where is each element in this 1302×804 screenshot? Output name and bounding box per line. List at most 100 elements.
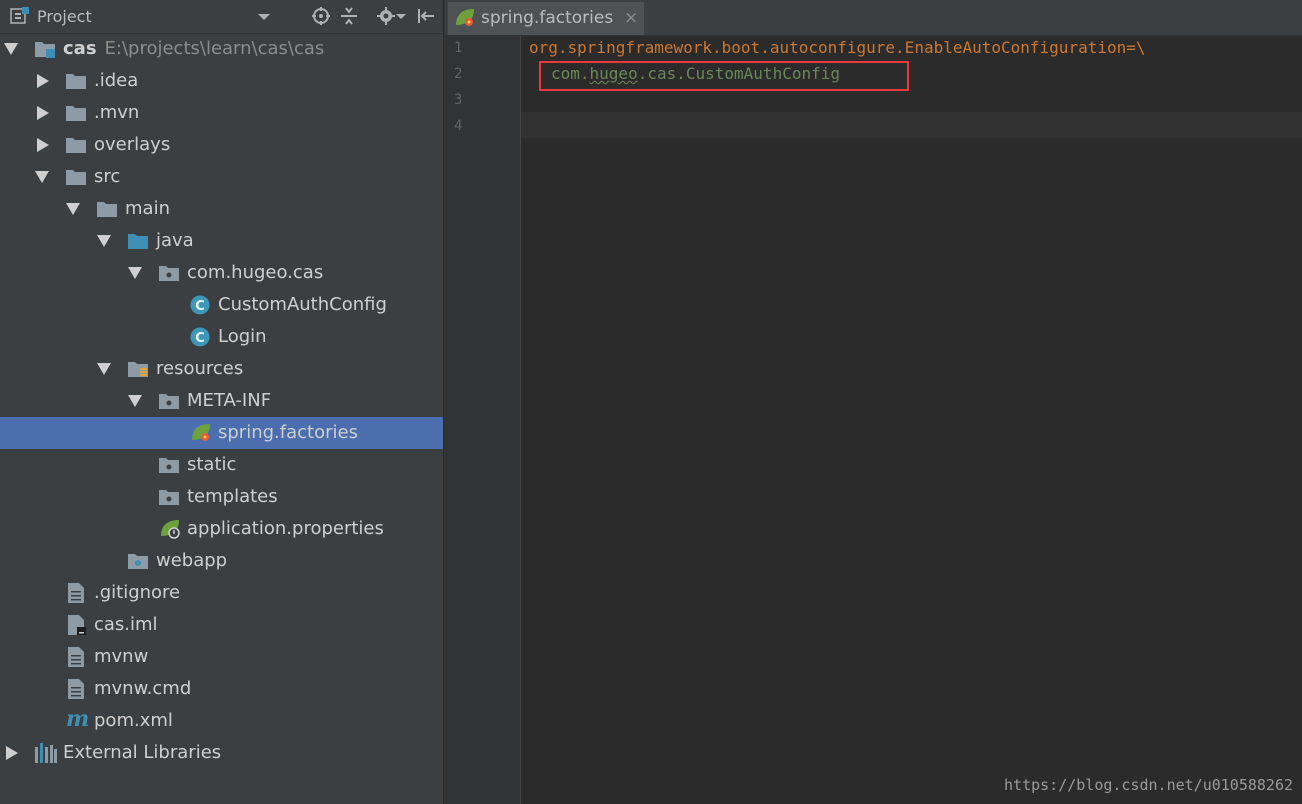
expand-arrow-icon[interactable] — [128, 395, 142, 407]
collapse-all-icon[interactable] — [339, 6, 359, 26]
class-icon: C — [190, 295, 210, 315]
tree-item-templates[interactable]: templates — [0, 481, 443, 513]
libraries-icon — [35, 743, 57, 763]
tree-item-custom-auth-config[interactable]: C CustomAuthConfig — [0, 289, 443, 321]
tab-label: spring.factories — [481, 8, 614, 28]
tree-item-label: com.hugeo.cas — [187, 262, 324, 283]
view-dropdown-chevron-icon[interactable] — [254, 6, 274, 26]
editor-area: spring.factories × 1 2 3 4 org.springfra… — [444, 0, 1302, 804]
folder-icon — [97, 202, 117, 217]
tree-item-gitignore[interactable]: .gitignore — [0, 577, 443, 609]
expand-arrow-icon[interactable] — [128, 267, 142, 279]
editor-tab-bar: spring.factories × — [445, 0, 1302, 36]
tree-item-label: spring.factories — [218, 422, 358, 443]
current-line-highlight — [521, 112, 1302, 138]
module-file-icon — [68, 615, 86, 635]
spring-properties-icon — [161, 520, 180, 539]
code-line-1[interactable]: org.springframework.boot.autoconfigure.E… — [529, 38, 1146, 57]
tree-item-mvn[interactable]: .mvn — [0, 97, 443, 129]
tree-item-resources[interactable]: resources — [0, 353, 443, 385]
line-number: 3 — [454, 92, 463, 108]
tree-item-main[interactable]: main — [0, 193, 443, 225]
expand-arrow-icon[interactable] — [97, 363, 111, 375]
project-panel-title[interactable]: Project — [37, 7, 92, 26]
folder-icon — [66, 170, 86, 185]
line-number: 2 — [454, 66, 463, 82]
property-key: org.springframework.boot.autoconfigure.E… — [529, 38, 1146, 57]
tree-item-label: templates — [187, 486, 278, 507]
tree-item-label: CustomAuthConfig — [218, 294, 387, 315]
class-icon: C — [190, 327, 210, 347]
project-view-icon[interactable] — [10, 6, 30, 26]
expand-arrow-icon[interactable] — [4, 43, 18, 55]
expand-arrow-icon[interactable] — [97, 235, 111, 247]
tree-item-label: Login — [218, 326, 267, 347]
package-icon — [159, 394, 179, 409]
tree-item-label: mvnw — [94, 646, 149, 667]
expand-arrow-icon[interactable] — [35, 171, 49, 183]
web-folder-icon — [128, 554, 148, 569]
red-highlight-box — [539, 61, 909, 91]
source-folder-icon — [128, 234, 148, 249]
close-icon[interactable]: × — [624, 8, 638, 28]
text-file-icon — [68, 647, 84, 667]
tree-item-cas-iml[interactable]: cas.iml — [0, 609, 443, 641]
resources-folder-icon — [128, 362, 148, 377]
tree-item-spring-factories[interactable]: spring.factories — [0, 417, 443, 449]
tree-item-label: pom.xml — [94, 710, 173, 731]
tree-item-webapp[interactable]: webapp — [0, 545, 443, 577]
tree-item-package[interactable]: com.hugeo.cas — [0, 257, 443, 289]
collapsed-arrow-icon[interactable] — [37, 74, 49, 88]
expand-arrow-icon[interactable] — [66, 203, 80, 215]
maven-icon: m — [66, 706, 90, 732]
tree-item-mvnw[interactable]: mvnw — [0, 641, 443, 673]
tree-item-application-properties[interactable]: application.properties — [0, 513, 443, 545]
tree-item-label: webapp — [156, 550, 228, 571]
svg-text:C: C — [195, 299, 205, 314]
hide-panel-icon[interactable] — [416, 6, 436, 26]
tree-item-static[interactable]: static — [0, 449, 443, 481]
tree-item-mvnw-cmd[interactable]: mvnw.cmd — [0, 673, 443, 705]
tree-item-cas[interactable]: cas E:\projects\learn\cas\cas — [0, 33, 443, 65]
line-number-gutter: 1 2 3 4 — [445, 36, 521, 804]
tree-item-label: application.properties — [187, 518, 384, 539]
tree-item-label: cas.iml — [94, 614, 158, 635]
locate-file-icon[interactable] — [311, 6, 331, 26]
tree-item-meta-inf[interactable]: META-INF — [0, 385, 443, 417]
tree-item-pom-xml[interactable]: m pom.xml — [0, 705, 443, 737]
tree-item-label: static — [187, 454, 237, 475]
collapsed-arrow-icon[interactable] — [37, 106, 49, 120]
package-icon — [159, 266, 179, 281]
tree-item-external-libraries[interactable]: External Libraries — [0, 737, 443, 769]
tree-item-label: cas E:\projects\learn\cas\cas — [63, 38, 325, 59]
tree-item-java[interactable]: java — [0, 225, 443, 257]
tree-item-label: resources — [156, 358, 244, 379]
line-number: 1 — [454, 40, 463, 56]
text-file-icon — [68, 583, 84, 603]
module-folder-icon — [35, 42, 55, 58]
folder-icon — [66, 106, 86, 121]
tree-item-overlays[interactable]: overlays — [0, 129, 443, 161]
gear-icon[interactable] — [376, 6, 396, 26]
tree-item-label: .idea — [94, 70, 139, 91]
tree-item-label: overlays — [94, 134, 171, 155]
tree-item-label: main — [125, 198, 170, 219]
spring-leaf-icon — [192, 424, 210, 441]
module-path: E:\projects\learn\cas\cas — [104, 38, 325, 59]
project-panel-header: Project — [0, 0, 443, 34]
text-file-icon — [68, 679, 84, 699]
tree-item-label: mvnw.cmd — [94, 678, 192, 699]
collapsed-arrow-icon[interactable] — [37, 138, 49, 152]
tree-item-idea[interactable]: .idea — [0, 65, 443, 97]
folder-icon — [66, 74, 86, 89]
tree-item-label: .mvn — [94, 102, 140, 123]
tree-item-label: src — [94, 166, 121, 187]
settings-dropdown-chevron-icon[interactable] — [395, 6, 407, 26]
collapsed-arrow-icon[interactable] — [6, 746, 18, 760]
tree-item-src[interactable]: src — [0, 161, 443, 193]
tab-spring-factories[interactable]: spring.factories × — [448, 2, 644, 35]
tree-item-label: java — [156, 230, 194, 251]
project-panel: Project cas E:\projects\learn\cas\cas .i… — [0, 0, 443, 804]
tree-item-label: META-INF — [187, 390, 272, 411]
tree-item-login[interactable]: C Login — [0, 321, 443, 353]
